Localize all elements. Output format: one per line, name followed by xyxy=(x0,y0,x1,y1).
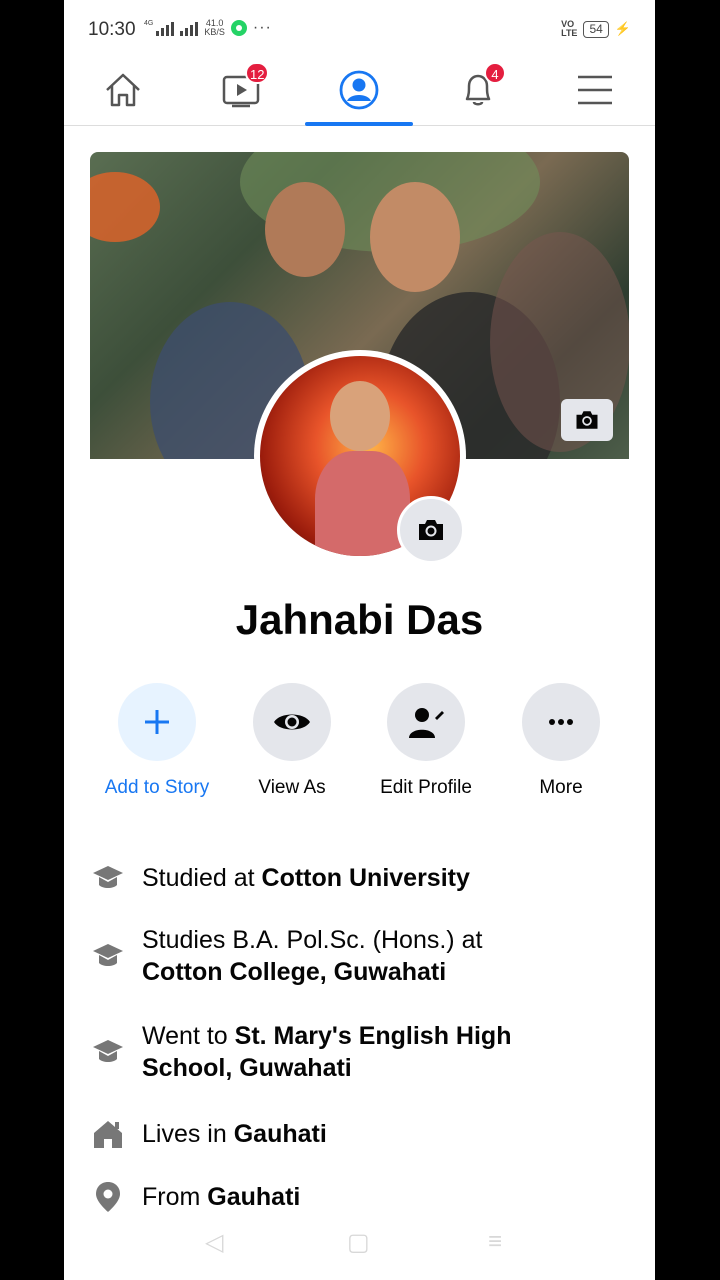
detail-text: Lives in Gauhati xyxy=(142,1118,327,1150)
profile-actions: Add to Story View As Edit Profile More xyxy=(90,683,629,803)
graduation-cap-icon xyxy=(90,938,126,974)
more-button[interactable]: More xyxy=(496,683,626,799)
status-bar: 10:30 4G 41.0 KB/S ··· VO LTE 54 ⚡ xyxy=(64,0,655,58)
camera-icon xyxy=(419,520,443,540)
detail-bold[interactable]: Gauhati xyxy=(234,1120,327,1148)
detail-bold[interactable]: Gauhati xyxy=(207,1183,300,1211)
view-as-button[interactable]: View As xyxy=(227,683,357,799)
edit-profile-button[interactable]: Edit Profile xyxy=(361,683,491,799)
volte-line2: LTE xyxy=(561,28,578,38)
active-tab-indicator xyxy=(305,122,413,126)
detail-prefix: Studied at xyxy=(142,864,262,892)
home-icon xyxy=(90,1116,126,1152)
view-as-circle xyxy=(253,683,331,761)
whatsapp-icon xyxy=(230,20,247,36)
profile-camera-button[interactable] xyxy=(397,496,465,564)
detail-text: Studied at Cotton University xyxy=(142,862,470,894)
system-navigation-bar: ◁ ▢ ≡ xyxy=(64,1228,655,1262)
watch-badge: 12 xyxy=(245,62,270,84)
home-nav-icon[interactable]: ▢ xyxy=(347,1228,370,1257)
camera-icon xyxy=(576,411,598,429)
eye-icon xyxy=(274,714,310,730)
notifications-badge: 4 xyxy=(484,62,506,84)
add-to-story-button[interactable]: Add to Story xyxy=(92,683,222,799)
more-circle xyxy=(522,683,600,761)
charging-icon: ⚡ xyxy=(614,21,631,36)
detail-bold[interactable]: Cotton University xyxy=(262,864,470,892)
more-notifications-icon: ··· xyxy=(252,19,272,36)
edit-profile-circle xyxy=(387,683,465,761)
hamburger-menu-icon xyxy=(578,75,612,105)
back-nav-icon[interactable]: ◁ xyxy=(205,1228,223,1257)
detail-row: Studies B.A. Pol.Sc. (Hons.) at Cotton C… xyxy=(90,924,629,988)
edit-person-icon xyxy=(409,708,444,738)
graduation-cap-icon xyxy=(90,860,126,896)
plus-icon xyxy=(145,710,169,734)
view-as-label: View As xyxy=(258,777,326,798)
detail-text: Studies B.A. Pol.Sc. (Hons.) at Cotton C… xyxy=(142,924,542,988)
net-speed-unit: KB/S xyxy=(204,27,225,37)
detail-bold[interactable]: Cotton College, Guwahati xyxy=(142,958,446,986)
status-left-icons: 4G 41.0 KB/S ··· xyxy=(144,19,272,37)
nav-menu[interactable] xyxy=(555,58,635,122)
detail-prefix: Studies B.A. Pol.Sc. (Hons.) at xyxy=(142,926,483,954)
recents-nav-icon[interactable]: ≡ xyxy=(488,1228,502,1256)
graduation-cap-icon xyxy=(90,1034,126,1070)
detail-prefix: Went to xyxy=(142,1022,235,1050)
add-to-story-circle xyxy=(118,683,196,761)
detail-text: From Gauhati xyxy=(142,1181,300,1213)
detail-text: Went to St. Mary's English High School, … xyxy=(142,1020,562,1084)
detail-prefix: From xyxy=(142,1183,208,1211)
avatar-body-shape xyxy=(315,451,410,556)
cover-camera-button[interactable] xyxy=(561,399,613,441)
volte-icon: VO LTE xyxy=(561,20,577,38)
detail-prefix: Lives in xyxy=(142,1120,234,1148)
net-speed: 41.0 KB/S xyxy=(204,19,225,37)
nav-notifications[interactable]: 4 xyxy=(438,58,518,122)
network-type-label: 4G xyxy=(144,20,154,27)
detail-row: Lives in Gauhati xyxy=(90,1116,629,1152)
edit-profile-label: Edit Profile xyxy=(380,777,472,798)
cover-decor-4 xyxy=(265,182,345,277)
status-right-icons: VO LTE 54 ⚡ xyxy=(561,20,631,38)
profile-name: Jahnabi Das xyxy=(235,596,484,643)
status-time: 10:30 xyxy=(88,19,136,40)
more-dots-icon xyxy=(549,719,573,725)
home-icon xyxy=(106,73,140,107)
add-to-story-label: Add to Story xyxy=(104,777,210,798)
profile-icon xyxy=(339,70,379,110)
nav-watch[interactable]: 12 xyxy=(201,58,281,122)
cover-decor-1 xyxy=(90,172,160,242)
more-label: More xyxy=(539,777,583,798)
detail-row: Studied at Cotton University xyxy=(90,860,629,896)
nav-home[interactable] xyxy=(83,58,163,122)
cover-decor-5 xyxy=(370,182,460,292)
signal-icon: 4G xyxy=(144,20,175,36)
nav-profile[interactable] xyxy=(319,58,399,122)
location-pin-icon xyxy=(90,1179,126,1215)
avatar-face-shape xyxy=(330,381,390,451)
signal-icon-2 xyxy=(180,20,199,36)
detail-row: From Gauhati xyxy=(90,1179,629,1215)
top-navigation: 12 4 xyxy=(64,58,655,126)
battery-icon: 54 xyxy=(583,20,609,38)
app-screen: 10:30 4G 41.0 KB/S ··· VO LTE 54 ⚡ 12 4 … xyxy=(64,0,655,1280)
detail-row: Went to St. Mary's English High School, … xyxy=(90,1020,629,1084)
